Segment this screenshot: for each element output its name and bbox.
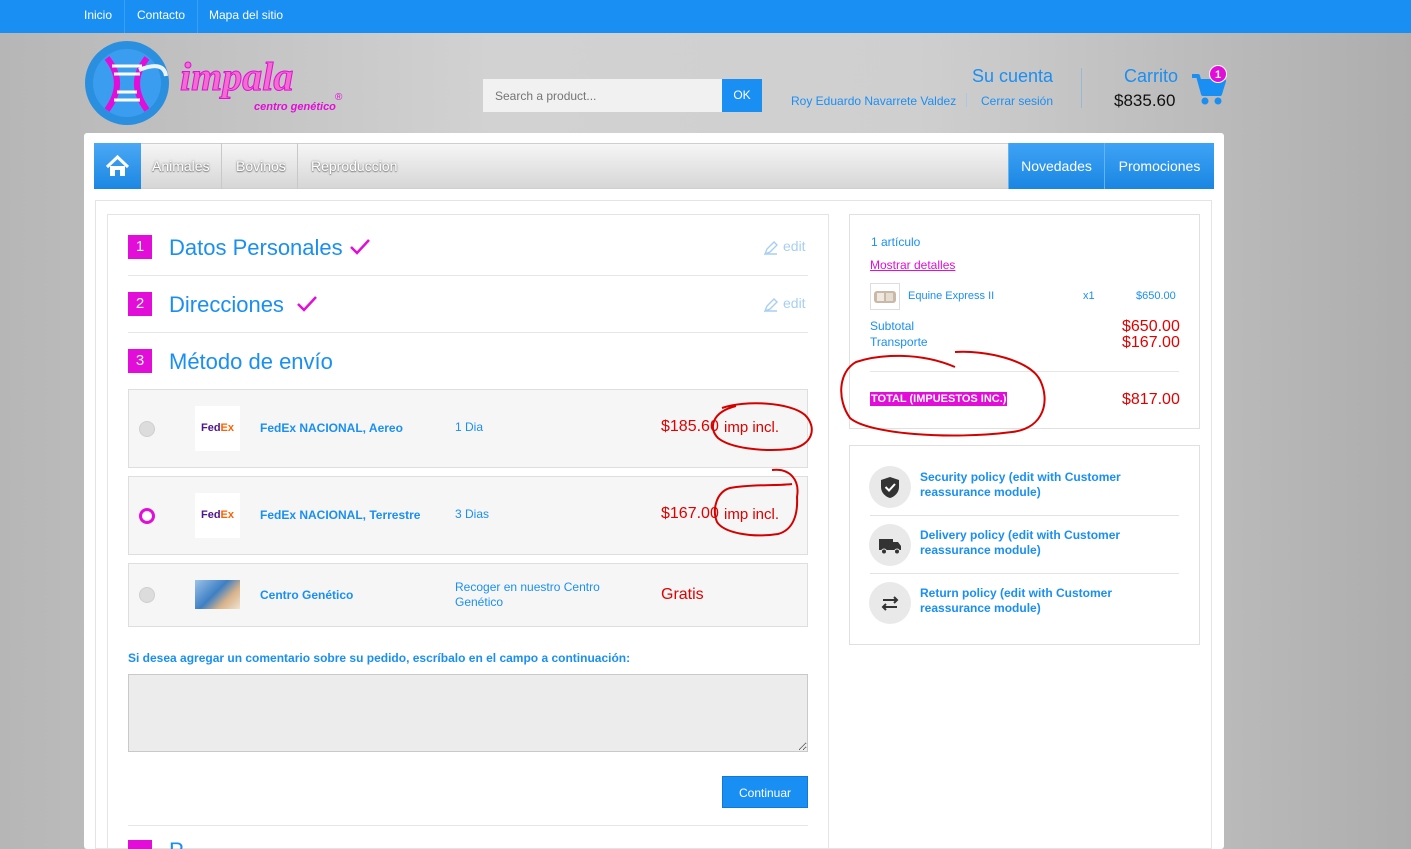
carrier-delay-line1: Recoger en nuestro Centro (455, 580, 600, 594)
step-1-edit-link[interactable]: edit (783, 238, 806, 254)
comment-label: Si desea agregar un comentario sobre su … (128, 651, 631, 665)
show-details-link[interactable]: Mostrar detalles (870, 258, 955, 272)
delivery-policy-text[interactable]: Delivery policy (edit with Customer reas… (920, 528, 1150, 558)
search-button[interactable]: OK (722, 79, 762, 112)
nav-home-button[interactable] (94, 143, 141, 189)
total-value: $817.00 (1122, 391, 1180, 408)
swap-arrows-icon (869, 582, 911, 624)
delivery-policy-line2: reassurance module) (920, 543, 1041, 557)
carrier-name: FedEx NACIONAL, Terrestre (260, 508, 421, 522)
step-2-title[interactable]: Direcciones (169, 292, 284, 318)
fedex-logo: FedEx (195, 493, 240, 538)
summary-item-count: 1 artículo (871, 235, 921, 249)
check-icon (297, 296, 317, 312)
fedex-logo-fed: Fed (200, 422, 221, 434)
carrier-radio[interactable] (139, 587, 155, 603)
header-divider (1081, 68, 1082, 108)
top-link-contacto[interactable]: Contacto (125, 0, 199, 33)
carrier-radio-selected[interactable] (139, 508, 155, 524)
carrier-delay: 3 Dias (455, 507, 490, 521)
site-logo[interactable]: impala ® centro genético (84, 40, 354, 128)
summary-divider (870, 371, 1179, 372)
reassurance-divider (870, 573, 1179, 574)
nav-item-promociones[interactable]: Promociones (1104, 143, 1214, 189)
fedex-logo-fed: Fed (200, 509, 221, 521)
account-user-name[interactable]: Roy Eduardo Navarrete Valdez (791, 94, 956, 108)
nav-item-bovinos[interactable]: Bovinos (225, 143, 298, 189)
home-icon (105, 154, 130, 176)
cart-count-badge: 1 (1209, 65, 1227, 83)
step-3-number: 3 (128, 349, 152, 373)
step-1-number: 1 (128, 235, 152, 259)
svg-text:®: ® (335, 92, 343, 103)
fedex-logo-ex: Ex (220, 509, 235, 521)
product-image (874, 291, 896, 303)
return-policy-line1: Return policy (edit with Customer (920, 586, 1113, 600)
account-title[interactable]: Su cuenta (972, 66, 1053, 87)
pencil-icon[interactable] (763, 297, 779, 313)
security-policy-text[interactable]: Security policy (edit with Customer reas… (920, 470, 1150, 500)
shipping-value: $167.00 (1122, 334, 1180, 351)
delivery-policy-line1: Delivery policy (edit with Customer (920, 528, 1121, 542)
continue-button[interactable]: Continuar (722, 776, 808, 808)
product-name[interactable]: Equine Express II (908, 290, 994, 302)
fedex-logo-ex: Ex (220, 422, 235, 434)
top-link-sitemap[interactable]: Mapa del sitio (197, 0, 295, 33)
logo-wordmark: impala (180, 54, 293, 99)
top-link-inicio[interactable]: Inicio (72, 0, 126, 33)
nav-item-novedades[interactable]: Novedades (1008, 143, 1104, 189)
check-icon (350, 239, 370, 255)
step-divider (128, 825, 808, 826)
security-policy-line2: reassurance module) (920, 485, 1041, 499)
step-4-number (128, 840, 152, 849)
tax-note: imp incl. (724, 419, 780, 436)
search-input[interactable] (483, 79, 723, 112)
step-2-number: 2 (128, 292, 152, 316)
comment-textarea[interactable] (128, 674, 808, 752)
reassurance-divider (870, 515, 1179, 516)
carrier-delay: 1 Dia (455, 420, 484, 434)
fedex-logo: FedEx (195, 406, 240, 451)
carrier-price: Gratis (661, 586, 704, 603)
step-divider (128, 332, 808, 333)
shield-check-icon (869, 466, 911, 508)
cart-total: $835.60 (1114, 91, 1176, 110)
product-price: $650.00 (1136, 290, 1176, 302)
step-3-title[interactable]: Método de envío (169, 349, 333, 375)
account-divider (966, 93, 967, 107)
step-4-title[interactable]: P (169, 838, 184, 849)
tax-note: imp incl. (724, 506, 780, 523)
total-label: TOTAL (IMPUESTOS INC.) (870, 392, 1008, 406)
pencil-icon[interactable] (763, 240, 779, 256)
carrier-name: FedEx NACIONAL, Aereo (260, 421, 403, 435)
step-2-edit-link[interactable]: edit (783, 295, 806, 311)
step-1-title[interactable]: Datos Personales (169, 235, 343, 261)
return-policy-text[interactable]: Return policy (edit with Customer reassu… (920, 586, 1150, 616)
subtotal-label: Subtotal (870, 319, 915, 333)
carrier-price: $185.60 (661, 418, 719, 435)
return-policy-line2: reassurance module) (920, 601, 1041, 615)
shipping-label: Transporte (870, 335, 928, 349)
carrier-delay-line2: Genético (455, 595, 504, 609)
security-policy-line1: Security policy (edit with Customer (920, 470, 1121, 484)
product-qty: x1 (1083, 290, 1095, 302)
logout-link[interactable]: Cerrar sesión (981, 94, 1053, 108)
carrier-name: Centro Genético (260, 588, 354, 602)
truck-icon (869, 524, 911, 566)
logo-graphic: impala ® centro genético (85, 41, 343, 125)
cart-title[interactable]: Carrito (1124, 66, 1178, 87)
step-divider (128, 275, 808, 276)
logo-tagline: centro genético (254, 101, 336, 113)
product-thumbnail[interactable] (870, 283, 900, 310)
carrier-price: $167.00 (661, 505, 719, 522)
pickup-image (195, 580, 240, 609)
nav-item-reproduccion[interactable]: Reproduccion (300, 143, 408, 189)
carrier-radio[interactable] (139, 421, 155, 437)
top-bar: Inicio Contacto Mapa del sitio (0, 0, 1411, 33)
nav-item-animales[interactable]: Animales (141, 143, 222, 189)
